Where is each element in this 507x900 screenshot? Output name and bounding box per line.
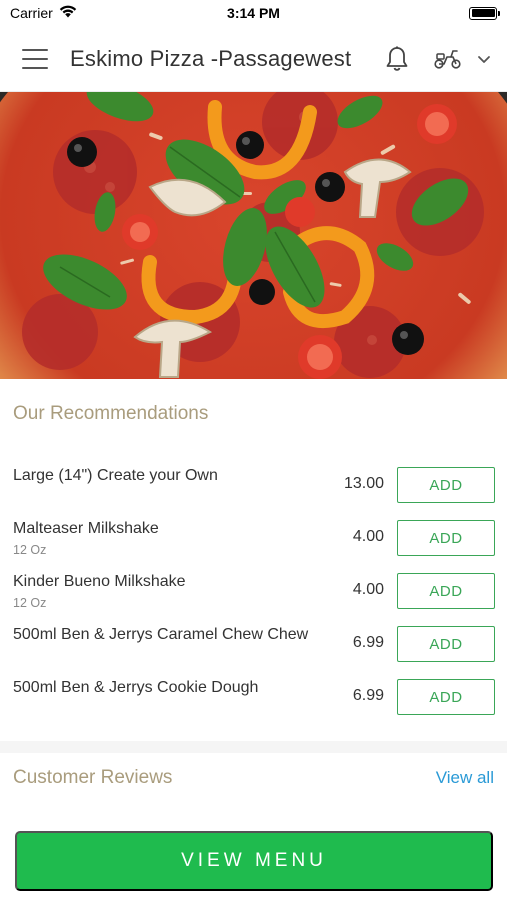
list-item: Kinder Bueno Milkshake 12 Oz 4.00 ADD — [13, 573, 495, 613]
view-menu-button[interactable]: VIEW MENU — [15, 831, 493, 891]
list-item: 500ml Ben & Jerrys Cookie Dough 6.99 ADD — [13, 679, 495, 719]
add-button[interactable]: ADD — [397, 467, 495, 503]
item-price: 4.00 — [352, 528, 384, 545]
add-button[interactable]: ADD — [397, 626, 495, 662]
item-subtitle: 12 Oz — [13, 543, 47, 557]
add-button[interactable]: ADD — [397, 679, 495, 715]
item-price: 6.99 — [352, 687, 384, 704]
view-all-link[interactable]: View all — [436, 768, 494, 788]
status-left: Carrier — [10, 5, 171, 21]
wifi-icon — [59, 5, 77, 21]
hero-pizza-image — [0, 92, 507, 379]
list-item: Malteaser Milkshake 12 Oz 4.00 ADD — [13, 520, 495, 560]
section-divider — [0, 741, 507, 753]
carrier-label: Carrier — [10, 5, 53, 21]
status-bar: Carrier 3:14 PM — [0, 0, 507, 26]
reviews-title: Customer Reviews — [13, 767, 173, 788]
item-name: 500ml Ben & Jerrys Caramel Chew Chew — [13, 626, 309, 643]
restaurant-title: Eskimo Pizza -Passagewest — [70, 45, 352, 71]
list-item: Large (14") Create your Own 13.00 ADD — [13, 467, 495, 507]
add-button[interactable]: ADD — [397, 520, 495, 556]
reviews-section: Customer Reviews View all — [0, 753, 507, 813]
status-time: 3:14 PM — [227, 5, 280, 21]
scooter-icon[interactable] — [433, 48, 463, 70]
recommendations-section: Our Recommendations Large (14") Create y… — [0, 379, 507, 741]
hamburger-icon[interactable] — [22, 48, 48, 69]
item-price: 13.00 — [343, 475, 384, 492]
item-subtitle: 12 Oz — [13, 596, 47, 610]
battery-icon — [469, 6, 500, 20]
bell-icon[interactable] — [385, 45, 409, 73]
item-name: Malteaser Milkshake — [13, 520, 159, 537]
item-name: Large (14") Create your Own — [13, 467, 218, 484]
nav-bar: Eskimo Pizza -Passagewest — [0, 26, 507, 92]
list-item: 500ml Ben & Jerrys Caramel Chew Chew 6.9… — [13, 626, 495, 666]
recommendations-title: Our Recommendations — [13, 403, 209, 424]
item-name: 500ml Ben & Jerrys Cookie Dough — [13, 679, 259, 696]
status-right — [336, 6, 500, 20]
item-name: Kinder Bueno Milkshake — [13, 573, 186, 590]
item-price: 6.99 — [352, 634, 384, 651]
chevron-down-icon[interactable] — [477, 54, 491, 64]
item-price: 4.00 — [352, 581, 384, 598]
nav-icons — [385, 45, 491, 73]
add-button[interactable]: ADD — [397, 573, 495, 609]
